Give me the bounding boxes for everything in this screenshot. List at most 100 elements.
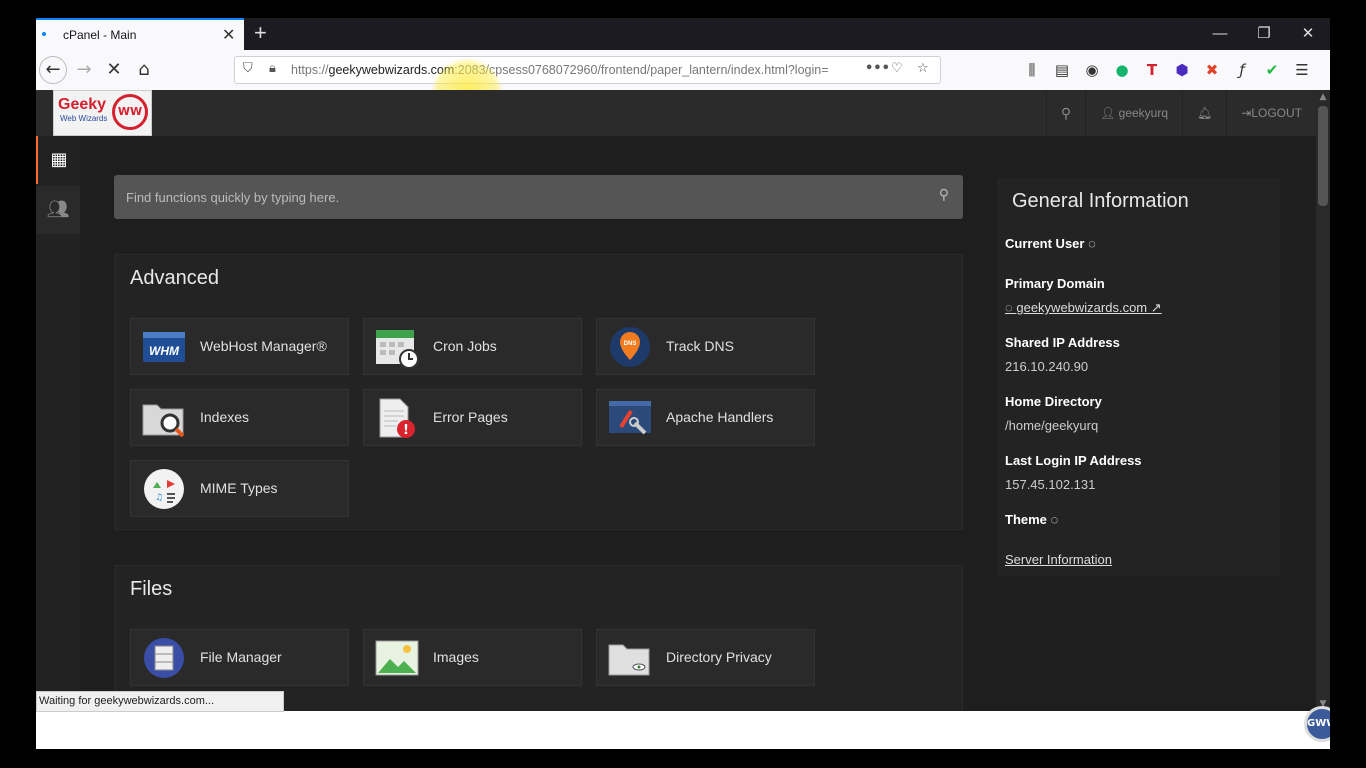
apache-window-wrench-icon [609,401,651,435]
hexagon-extension-icon[interactable]: ⬢ [1171,60,1193,80]
window-controls: — ❐ ✕ [1198,18,1330,50]
loading-indicator-icon [42,32,46,36]
current-user-label: Current User ◌ [1005,236,1096,251]
shared-ip-value: 216.10.240.90 [1005,359,1089,374]
screen: cPanel - Main ✕ + — ❐ ✕ ← → ✕ ⌂ ⛉ 🔒︎ htt… [36,18,1330,749]
home-directory-label: Home Directory [1005,394,1102,409]
current-user-label-text: Current User [1005,236,1085,251]
lock-icon[interactable]: 🔒︎ [269,61,276,76]
grammarly-icon[interactable]: ● [1111,60,1133,80]
pocket-icon[interactable]: ♡ [891,61,903,76]
logout-label: LOGOUT [1251,106,1302,120]
page-scrollbar[interactable]: ▲ ▼ [1316,90,1330,711]
logo[interactable]: Geeky Web Wizards WW [53,90,152,136]
primary-domain-link[interactable]: ◌ geekywebwizards.com ↗ [1005,300,1162,316]
search-input[interactable] [114,175,914,219]
webhost-manager-item[interactable]: WHM WebHost Manager® [130,318,349,375]
item-label: Directory Privacy [666,649,772,665]
extensions-toolbar: ⫼ ▤ ◉ ● T ⬢ ✖ ƒ ✔ ☰ [1021,60,1313,80]
mime-types-icon: ♫ [144,469,184,509]
primary-domain-label: Primary Domain [1005,276,1105,291]
forward-arrow-icon[interactable]: → [70,56,98,84]
item-label: Images [433,649,479,665]
folder-magnifier-icon [142,404,185,438]
last-login-value: 157.45.102.131 [1005,477,1096,492]
users-icon[interactable]: 👥︎ [36,186,80,234]
back-arrow-icon[interactable]: ← [39,56,67,84]
text-extension-icon[interactable]: T [1141,60,1163,80]
page-actions-icon[interactable]: ••• [865,61,890,76]
general-information-panel: General Information Current User ◌ Prima… [997,178,1280,576]
shield-icon[interactable]: ⛉ [243,61,253,76]
account-icon[interactable]: ◉ [1081,60,1103,80]
home-icon[interactable]: ⌂ [130,56,158,84]
scroll-thumb[interactable] [1318,106,1328,206]
minimize-icon[interactable]: — [1198,18,1242,50]
file-manager-item[interactable]: File Manager [130,629,349,686]
item-label: MIME Types [200,480,278,496]
url-path: :2083/cpsess0768072960/frontend/paper_la… [454,63,829,77]
search-box: ⚲ [114,175,963,219]
close-tab-icon[interactable]: ✕ [222,25,235,44]
primary-domain-value: geekywebwizards.com [1016,300,1148,315]
header-actions: ⚲ 👤︎ geekyurq 🔔︎ ⇥LOGOUT [1045,90,1316,136]
cpanel-header: Geeky Web Wizards WW ⚲ 👤︎ geekyurq 🔔︎ ⇥L… [36,90,1316,136]
image-picture-icon [375,640,419,676]
server-information-link[interactable]: Server Information [1005,552,1112,567]
apache-handlers-item[interactable]: Apache Handlers [596,389,815,446]
calendar-clock-icon [376,330,419,368]
main-content: ⚲ Advanced WHM WebHost Manager® [80,136,1316,725]
menu-icon[interactable]: ☰ [1291,60,1313,80]
sidebar-icon[interactable]: ▤ [1051,60,1073,80]
check-extension-icon[interactable]: ✔ [1261,60,1283,80]
item-label: WebHost Manager® [200,338,327,354]
logout-button[interactable]: ⇥LOGOUT [1226,90,1316,136]
address-bar[interactable]: ⛉ 🔒︎ https://geekywebwizards.com:2083/cp… [234,56,941,84]
scroll-up-icon[interactable]: ▲ [1316,92,1330,102]
library-icon[interactable]: ⫼ [1021,60,1043,80]
tab-title: cPanel - Main [63,28,137,42]
home-directory-value: /home/geekyurq [1005,418,1099,433]
cross-extension-icon[interactable]: ✖ [1201,60,1223,80]
notifications-bell-icon[interactable]: 🔔︎ [1182,90,1226,136]
dns-icon-text: DNS [624,341,637,347]
home-grid-icon[interactable]: ▦ [36,136,80,184]
track-dns-item[interactable]: DNS Track DNS [596,318,815,375]
browser-tab-bar: cPanel - Main ✕ + — ❐ ✕ [36,18,1330,50]
indexes-item[interactable]: Indexes [130,389,349,446]
search-icon[interactable]: ⚲ [1045,90,1085,136]
close-window-icon[interactable]: ✕ [1286,18,1330,50]
function-extension-icon[interactable]: ƒ [1231,60,1253,80]
error-document-icon: ! [379,398,415,438]
url-prefix: https:// [291,63,329,77]
restore-icon[interactable]: ❐ [1242,18,1286,50]
url-text[interactable]: https://geekywebwizards.com:2083/cpsess0… [291,63,861,77]
bookmark-star-icon[interactable]: ☆ [917,61,929,76]
stop-loading-icon[interactable]: ✕ [100,56,128,84]
directory-privacy-item[interactable]: Directory Privacy [596,629,815,686]
spinner-icon: ◌ [1088,236,1096,251]
files-title: Files [130,578,173,600]
status-bar: Waiting for geekywebwizards.com... [36,691,284,712]
sidebar: ▦ 👥︎ [36,136,80,749]
item-label: Cron Jobs [433,338,497,354]
mime-types-item[interactable]: ♫ MIME Types [130,460,349,517]
item-label: Error Pages [433,409,508,425]
advanced-panel: Advanced WHM WebHost Manager® Cron Jobs [114,254,963,530]
browser-tab[interactable]: cPanel - Main ✕ [36,18,244,50]
search-icon[interactable]: ⚲ [939,187,949,203]
spinner-icon: ◌ [1050,512,1059,527]
last-login-label: Last Login IP Address [1005,453,1142,468]
images-item[interactable]: Images [363,629,582,686]
dns-pin-icon: DNS [610,327,650,367]
theme-label: Theme ◌ [1005,512,1058,527]
user-icon: 👤︎ [1100,106,1116,120]
item-label: Indexes [200,409,250,425]
user-menu[interactable]: 👤︎ geekyurq [1085,90,1182,136]
error-pages-item[interactable]: ! Error Pages [363,389,582,446]
cron-jobs-item[interactable]: Cron Jobs [363,318,582,375]
new-tab-icon[interactable]: + [254,20,267,46]
whm-icon-text: WHM [149,344,180,358]
general-info-title: General Information [1012,190,1189,212]
folder-eye-icon [608,644,650,676]
